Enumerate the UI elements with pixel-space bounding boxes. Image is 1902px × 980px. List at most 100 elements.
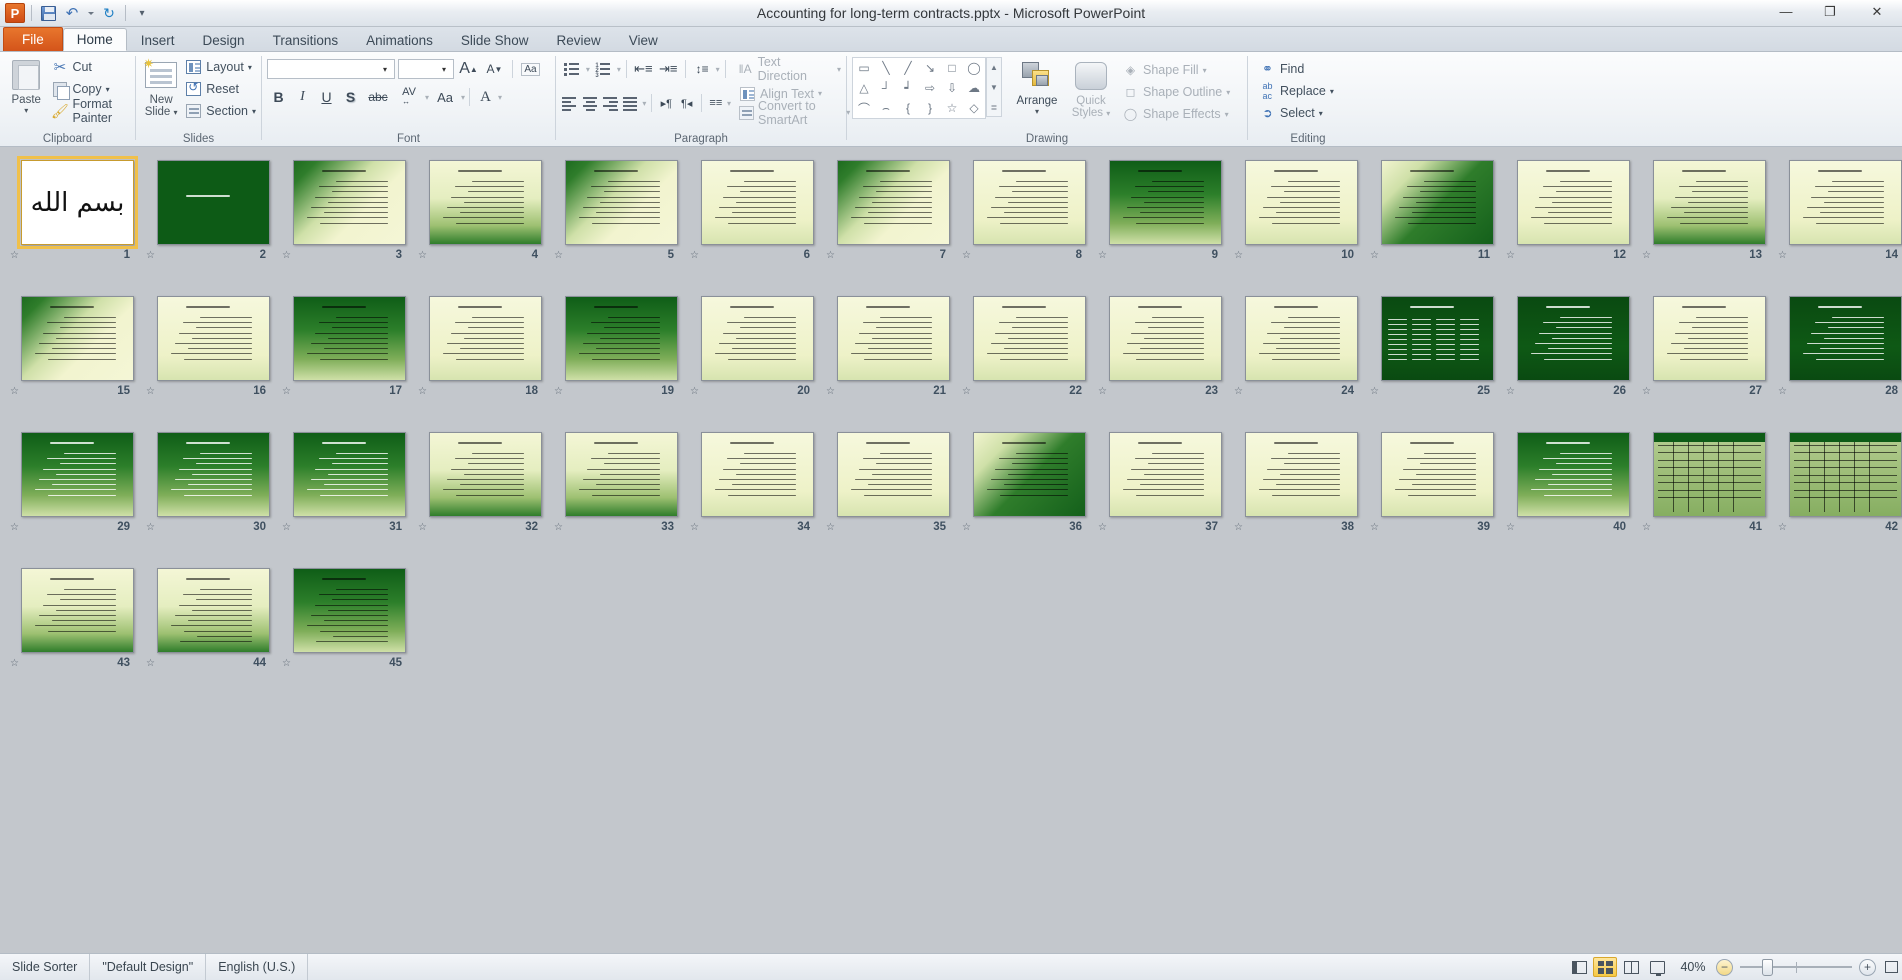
shape-outline-button[interactable]: ◻ Shape Outline ▾	[1122, 81, 1231, 103]
layout-caret-icon[interactable]: ▾	[248, 63, 252, 72]
slide-thumbnail-cell[interactable]: ☆ 12	[1504, 154, 1640, 290]
status-theme-name[interactable]: "Default Design"	[90, 954, 207, 980]
slide-thumbnail-cell[interactable]: ☆ 6	[688, 154, 824, 290]
slide-thumbnail[interactable]	[973, 296, 1086, 381]
shapes-scroll-up-icon[interactable]: ▲	[987, 58, 1001, 76]
normal-view-button[interactable]	[1567, 957, 1591, 977]
shape-right-arrow-icon[interactable]: ⇨	[919, 78, 941, 98]
slide-thumbnail[interactable]	[1789, 432, 1902, 517]
slide-thumbnail[interactable]	[293, 296, 406, 381]
slide-sorter-view-button[interactable]	[1593, 957, 1617, 977]
slide-thumbnail[interactable]	[1789, 296, 1902, 381]
slide-thumbnail[interactable]	[429, 296, 542, 381]
line-spacing-button[interactable]: ↕≡	[691, 58, 714, 80]
shape-elbow-icon[interactable]: ┘	[875, 78, 897, 98]
slide-thumbnail[interactable]	[1381, 160, 1494, 245]
shape-effects-button[interactable]: ◯ Shape Effects ▾	[1122, 103, 1230, 125]
window-controls[interactable]: — ❐ ✕	[1764, 0, 1902, 26]
slide-thumbnail-cell[interactable]: ☆ 44	[144, 562, 280, 698]
grow-font-button[interactable]: A ▲	[457, 58, 480, 80]
slide-thumbnail-cell[interactable]: ☆ 35	[824, 426, 960, 562]
slide-thumbnail-cell[interactable]: ☆ 30	[144, 426, 280, 562]
slide-thumbnail-cell[interactable]: ☆ 32	[416, 426, 552, 562]
bold-button[interactable]: B	[267, 86, 290, 108]
slide-thumbnail[interactable]	[1381, 432, 1494, 517]
slide-thumbnail[interactable]	[1517, 432, 1630, 517]
slide-thumbnail[interactable]	[565, 160, 678, 245]
slide-thumbnail-cell[interactable]: ☆ 8	[960, 154, 1096, 290]
slide-thumbnail[interactable]	[1789, 160, 1902, 245]
close-button[interactable]: ✕	[1852, 0, 1902, 23]
tab-review[interactable]: Review	[542, 28, 614, 51]
justify-caret-icon[interactable]: ▾	[642, 99, 646, 108]
save-icon[interactable]	[37, 3, 59, 24]
slide-thumbnail-cell[interactable]: ☆ 21	[824, 290, 960, 426]
slide-thumbnail[interactable]	[1109, 432, 1222, 517]
slide-thumbnail-cell[interactable]: ☆ 4	[416, 154, 552, 290]
font-name-caret-icon[interactable]: ▾	[378, 65, 392, 74]
section-button[interactable]: Section ▾	[185, 100, 256, 122]
shrink-font-button[interactable]: A ▼	[483, 58, 506, 80]
slide-thumbnail-cell[interactable]: ☆ 22	[960, 290, 1096, 426]
slide-thumbnail[interactable]	[701, 296, 814, 381]
slide-sorter-pane[interactable]: بسم الله ☆ 1 ☆ 2 ☆ 3 ☆ 4 ☆ 5 ☆ 6 ☆ 7 ☆ 8 ☆ 9 ☆ 10 ☆ 11 ☆ 12 ☆ 13 ☆ 1…	[0, 148, 1902, 953]
quick-styles-caret-icon[interactable]: ▾	[1106, 109, 1110, 118]
copy-caret-icon[interactable]: ▾	[106, 85, 110, 94]
slide-thumbnail[interactable]	[21, 296, 134, 381]
shape-effects-caret-icon[interactable]: ▾	[1225, 110, 1229, 119]
slide-thumbnail-cell[interactable]: ☆ 2	[144, 154, 280, 290]
new-slide-caret-icon[interactable]: ▾	[174, 108, 178, 117]
columns-caret-icon[interactable]: ▾	[727, 99, 731, 108]
slide-thumbnail[interactable]	[973, 160, 1086, 245]
slide-thumbnail[interactable]	[21, 568, 134, 653]
align-right-button[interactable]	[602, 92, 620, 114]
slide-thumbnail-cell[interactable]: ☆ 24	[1232, 290, 1368, 426]
char-spacing-caret-icon[interactable]: ▾	[425, 93, 429, 102]
slide-thumbnail-cell[interactable]: ☆ 29	[8, 426, 144, 562]
shape-line-icon[interactable]: ╲	[875, 58, 897, 78]
slide-thumbnail-cell[interactable]: ☆ 43	[8, 562, 144, 698]
shape-diamond-icon[interactable]: ◇	[963, 98, 985, 118]
slide-thumbnail[interactable]	[701, 160, 814, 245]
zoom-level-label[interactable]: 40%	[1670, 960, 1716, 974]
slide-thumbnail-cell[interactable]: ☆ 36	[960, 426, 1096, 562]
restore-button[interactable]: ❐	[1808, 0, 1852, 23]
shape-triangle-icon[interactable]: △	[853, 78, 875, 98]
slide-thumbnail[interactable]	[293, 160, 406, 245]
replace-caret-icon[interactable]: ▾	[1330, 87, 1334, 96]
shape-rectangle-icon[interactable]: □	[941, 58, 963, 78]
select-caret-icon[interactable]: ▾	[1319, 109, 1323, 118]
slide-thumbnail-cell[interactable]: ☆ 28	[1776, 290, 1902, 426]
decrease-indent-button[interactable]: ⇤≡	[632, 58, 655, 80]
slide-thumbnail[interactable]	[21, 432, 134, 517]
shape-left-brace-icon[interactable]: {	[897, 98, 919, 118]
reset-button[interactable]: Reset	[185, 78, 256, 100]
arrange-caret-icon[interactable]: ▾	[1035, 107, 1039, 116]
slide-thumbnail[interactable]	[837, 432, 950, 517]
change-case-button[interactable]: Aa	[430, 86, 460, 108]
slide-thumbnail[interactable]	[429, 160, 542, 245]
paste-button[interactable]: Paste ▾	[5, 56, 47, 115]
character-spacing-button[interactable]: AV ↔	[394, 86, 424, 108]
slide-thumbnail[interactable]	[1245, 160, 1358, 245]
slide-thumbnail[interactable]	[293, 568, 406, 653]
strikethrough-button[interactable]: abc	[363, 86, 393, 108]
slide-thumbnail[interactable]	[429, 432, 542, 517]
shape-arc-icon[interactable]: ⌒	[853, 98, 875, 118]
slide-thumbnail[interactable]	[565, 432, 678, 517]
slide-thumbnail-cell[interactable]: ☆ 38	[1232, 426, 1368, 562]
shape-outline-caret-icon[interactable]: ▾	[1226, 88, 1230, 97]
slide-thumbnail[interactable]	[1245, 432, 1358, 517]
text-shadow-button[interactable]: S	[339, 86, 362, 108]
slide-thumbnail[interactable]	[565, 296, 678, 381]
tab-view[interactable]: View	[615, 28, 672, 51]
shape-line2-icon[interactable]: ╱	[897, 58, 919, 78]
shape-arrow-icon[interactable]: ↘	[919, 58, 941, 78]
slide-thumbnail[interactable]	[157, 432, 270, 517]
cut-button[interactable]: ✂ Cut	[51, 56, 130, 78]
ltr-button[interactable]: ▸¶	[657, 92, 675, 114]
status-language[interactable]: English (U.S.)	[206, 954, 309, 980]
font-color-caret-icon[interactable]: ▾	[498, 93, 502, 102]
shape-fill-caret-icon[interactable]: ▾	[1203, 66, 1207, 75]
slide-thumbnail-cell[interactable]: ☆ 39	[1368, 426, 1504, 562]
